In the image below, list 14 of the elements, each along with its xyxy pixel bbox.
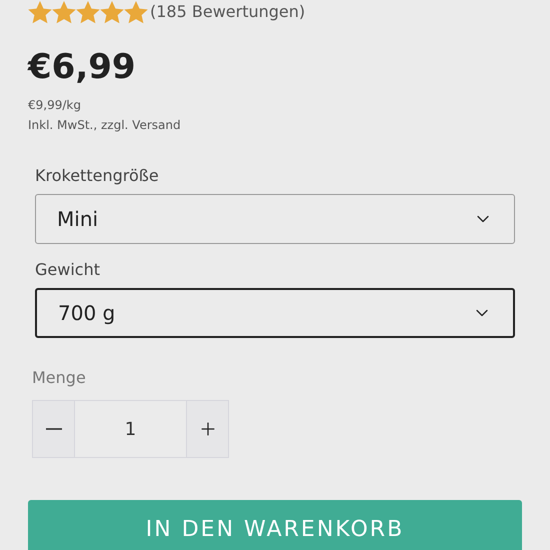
dropdown-field[interactable]: Mini <box>35 194 515 244</box>
star-icon <box>28 0 52 24</box>
star-icon <box>52 0 76 24</box>
price: €6,99 <box>28 50 137 84</box>
star-icon <box>76 0 100 24</box>
field-label: Krokettengröße <box>35 165 160 187</box>
field-label: Gewicht <box>35 259 101 281</box>
star-icon <box>100 0 124 24</box>
tax-note: Inkl. MwSt., zzgl. Versand <box>28 117 182 134</box>
unit-price: €9,99/kg <box>28 97 82 114</box>
dropdown-field[interactable]: 700 g <box>35 288 515 338</box>
field-label: Menge <box>32 367 87 389</box>
star-icon <box>124 0 148 24</box>
review-count[interactable]: (185 Bewertungen) <box>150 0 306 24</box>
